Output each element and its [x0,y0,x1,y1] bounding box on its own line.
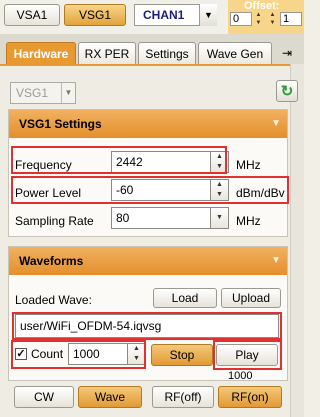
vsg-settings-header[interactable]: VSG1 Settings ▼ [9,110,287,138]
device-select-value: VSG1 [16,86,49,100]
waveforms-header[interactable]: Waveforms ▼ [9,247,287,275]
offset-left-input[interactable]: 0 [230,12,252,26]
frequency-unit: MHz [236,158,261,172]
tab-hardware[interactable]: Hardware [6,42,76,64]
sampling-rate-unit: MHz [236,214,261,228]
count-highlight [11,340,146,369]
loaded-wave-label: Loaded Wave: [15,293,92,307]
offset-left-spinner-icon[interactable]: ▲ ▼ [254,11,263,27]
sampling-rate-select[interactable]: 80 [111,207,211,229]
rf-on-button[interactable]: RF(on) [218,386,282,408]
vsa1-button[interactable]: VSA1 [4,4,60,26]
load-button[interactable]: Load [153,288,217,308]
tab-settings[interactable]: Settings [138,42,196,64]
vsg1-button[interactable]: VSG1 [64,4,126,26]
sampling-rate-label: Sampling Rate [15,214,94,228]
scrollbar[interactable] [290,64,304,417]
refresh-icon[interactable]: ↻ [276,80,298,102]
collapse-icon[interactable]: ▼ [271,247,281,275]
tab-rx-per[interactable]: RX PER [78,42,136,64]
play-count: 1000 [228,370,253,382]
stop-button[interactable]: Stop [151,344,213,366]
power-level-highlight [11,176,289,204]
wave-button[interactable]: Wave [78,386,142,408]
play-highlight [213,340,282,370]
pin-icon[interactable]: ⇥ [277,46,297,62]
offset-right-input[interactable]: 1 [280,12,302,26]
chevron-down-icon[interactable]: ▼ [199,4,217,26]
chevron-down-icon: ▼ [61,83,75,103]
device-select[interactable]: VSG1 ▼ [10,82,76,104]
offset-right-spinner-icon[interactable]: ▲ ▼ [268,11,277,27]
chevron-down-icon[interactable]: ▼ [211,208,228,228]
tab-wave-gen[interactable]: Wave Gen [198,42,272,64]
waveforms-title: Waveforms [19,254,84,268]
vsg-settings-title: VSG1 Settings [19,117,102,131]
cw-button[interactable]: CW [14,386,74,408]
frequency-highlight [11,146,227,174]
collapse-icon[interactable]: ▼ [271,110,281,138]
rf-off-button[interactable]: RF(off) [152,386,214,408]
sampling-rate-dropdown[interactable]: ▼ [211,207,229,229]
wave-file-highlight [12,312,282,340]
upload-button[interactable]: Upload [221,288,281,308]
